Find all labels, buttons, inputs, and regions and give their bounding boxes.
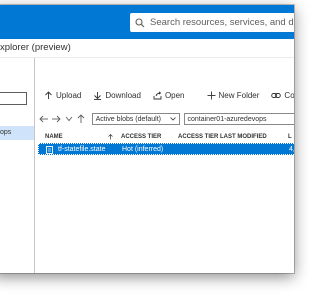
column-header-last[interactable]: L [288,134,292,140]
portal-top-bar [0,5,294,39]
navigation-row: Active blobs (default) container01-azure… [38,111,294,127]
plus-icon [207,91,216,99]
cell-name: tf-statefile.state [58,146,106,153]
tree-filter-input[interactable] [0,92,27,105]
arrow-up-icon [77,114,85,123]
link-icon [271,92,282,98]
back-button[interactable] [38,113,49,125]
new-folder-label: New Folder [218,90,260,100]
open-button[interactable]: Open [153,91,185,100]
column-header-name[interactable]: NAME [45,134,63,140]
path-value: container01-azuredevops [187,115,267,123]
download-button[interactable]: Download [93,91,141,100]
chevron-down-button[interactable] [63,113,74,125]
sort-arrow-icon [108,134,113,140]
path-input[interactable]: container01-azuredevops [183,113,294,125]
open-icon [153,90,162,99]
column-header-tier-modified[interactable]: ACCESS TIER LAST MODIFIED [178,134,267,140]
search-input[interactable] [150,17,294,28]
tree-panel: ops [0,58,35,273]
search-icon [130,17,150,28]
cell-access-tier: Hot (inferred) [122,146,164,153]
table-row[interactable]: tf-statefile.state Hot (inferred) 4, [38,143,294,155]
blade-title: xplorer (preview) [0,42,71,53]
open-label: Open [164,90,185,100]
blob-filter-select[interactable]: Active blobs (default) [91,113,180,125]
new-folder-button[interactable]: New Folder [207,90,260,100]
global-search-box[interactable] [130,13,294,32]
download-label: Download [105,90,141,100]
upload-icon [45,90,52,99]
copy-url-button[interactable]: Copy UI [271,91,294,100]
file-icon [46,146,53,154]
arrow-left-icon [39,115,48,123]
copy-url-label: Copy UI [284,90,294,100]
table-header: NAME ACCESS TIER ACCESS TIER LAST MODIFI… [38,131,294,143]
column-header-access-tier[interactable]: ACCESS TIER [121,134,161,140]
download-icon [94,91,102,100]
cell-last: 4, [289,146,294,153]
blob-table: NAME ACCESS TIER ACCESS TIER LAST MODIFI… [38,131,294,155]
chevron-down-icon [65,116,72,122]
tree-item-selected[interactable]: ops [0,126,34,140]
upload-button[interactable]: Upload [44,91,81,100]
up-button[interactable] [75,113,86,125]
arrow-right-icon [52,115,61,123]
blob-filter-value: Active blobs (default) [95,115,161,123]
blade-title-bar: xplorer (preview) [0,39,294,58]
command-toolbar: Upload Download Open New Folder Co [44,85,294,105]
forward-button[interactable] [50,113,61,125]
chevron-down-icon [169,117,176,121]
upload-label: Upload [56,90,82,100]
storage-explorer-window: xplorer (preview) ops Upload Download [0,5,294,273]
